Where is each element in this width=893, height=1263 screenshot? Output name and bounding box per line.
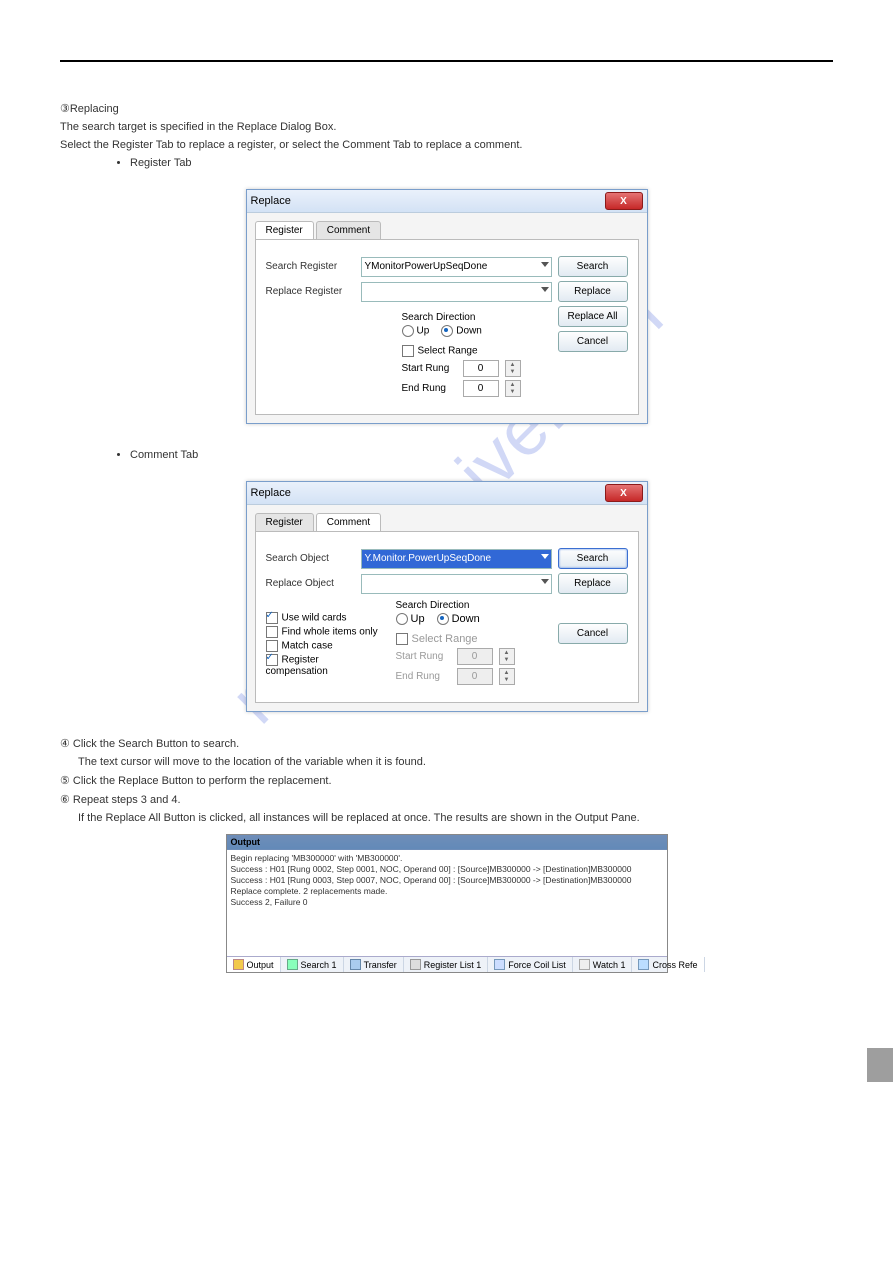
tab-comment[interactable]: Comment <box>316 221 381 240</box>
start-rung-input[interactable]: 0 <box>463 360 499 377</box>
label-down: Down <box>456 326 482 337</box>
output-line: Success 2, Failure 0 <box>231 897 663 908</box>
end-rung-spinner[interactable]: ▲▼ <box>505 380 521 397</box>
label-select-range: Select Range <box>418 346 478 357</box>
bullet-register-tab: Register Tab <box>130 157 833 169</box>
checkbox-select-range-disabled <box>396 633 408 645</box>
dialog-title: Replace <box>251 195 291 207</box>
bullet-comment-tab: Comment Tab <box>130 449 833 461</box>
transfer-icon <box>350 959 361 970</box>
output-tab-search[interactable]: Search 1 <box>281 957 344 972</box>
note-3-sub: If the Replace All Button is clicked, al… <box>78 812 833 824</box>
output-tab-output[interactable]: Output <box>227 957 281 972</box>
checkbox-match-case[interactable] <box>266 640 278 652</box>
note-2: ⑤ Click the Replace Button to perform th… <box>60 774 833 787</box>
search-button[interactable]: Search <box>558 256 628 277</box>
label-up: Up <box>411 613 425 625</box>
label-match-case: Match case <box>282 641 333 652</box>
cancel-button[interactable]: Cancel <box>558 331 628 352</box>
coil-icon <box>494 959 505 970</box>
folder-icon <box>233 959 244 970</box>
label-search-object: Search Object <box>266 553 361 564</box>
output-tab-watch[interactable]: Watch 1 <box>573 957 633 972</box>
replace-dialog-register: Replace X Register Comment Search Regist… <box>246 189 648 424</box>
label-up: Up <box>417 326 430 337</box>
replace-button[interactable]: Replace <box>558 281 628 302</box>
cross-ref-icon <box>638 959 649 970</box>
replace-object-input[interactable] <box>361 574 552 594</box>
label-search-register: Search Register <box>266 261 361 272</box>
radio-down[interactable] <box>441 325 453 337</box>
output-line: Success : H01 [Rung 0002, Step 0001, NOC… <box>231 864 663 875</box>
list-icon <box>410 959 421 970</box>
output-title: Output <box>227 835 667 850</box>
output-line: Begin replacing 'MB300000' with 'MB30000… <box>231 853 663 864</box>
end-rung-input-disabled: 0 <box>457 668 493 685</box>
output-body: Begin replacing 'MB300000' with 'MB30000… <box>227 850 667 956</box>
note-1: ④ Click the Search Button to search. <box>60 737 833 750</box>
search-icon <box>287 959 298 970</box>
checkbox-wildcards[interactable] <box>266 612 278 624</box>
search-object-input[interactable]: Y.Monitor.PowerUpSeqDone <box>361 549 552 569</box>
replace-button[interactable]: Replace <box>558 573 628 594</box>
dialog-title: Replace <box>251 487 291 499</box>
watch-icon <box>579 959 590 970</box>
label-search-direction: Search Direction <box>402 312 552 323</box>
step-title: ③Replacing <box>60 102 833 115</box>
checkbox-register-comp[interactable] <box>266 654 278 666</box>
intro-line2: Select the Register Tab to replace a reg… <box>60 139 833 151</box>
output-tab-force-coil[interactable]: Force Coil List <box>488 957 573 972</box>
close-button[interactable]: X <box>605 484 643 502</box>
close-button[interactable]: X <box>605 192 643 210</box>
replace-register-input[interactable] <box>361 282 552 302</box>
label-replace-register: Replace Register <box>266 286 361 297</box>
side-page-tab <box>867 1048 893 1082</box>
replace-all-button[interactable]: Replace All <box>558 306 628 327</box>
label-start-rung: Start Rung <box>402 363 457 374</box>
output-tab-register-list[interactable]: Register List 1 <box>404 957 489 972</box>
search-button[interactable]: Search <box>558 548 628 569</box>
tab-register[interactable]: Register <box>255 513 314 532</box>
note-3: ⑥ Repeat steps 3 and 4. <box>60 793 833 806</box>
radio-down[interactable] <box>437 613 449 625</box>
start-rung-spinner[interactable]: ▲▼ <box>505 360 521 377</box>
label-start-rung: Start Rung <box>396 651 451 662</box>
start-rung-spinner-disabled: ▲▼ <box>499 648 515 665</box>
label-end-rung: End Rung <box>396 671 451 682</box>
radio-up[interactable] <box>402 325 414 337</box>
output-tab-transfer[interactable]: Transfer <box>344 957 404 972</box>
checkbox-whole-items[interactable] <box>266 626 278 638</box>
label-whole-items: Find whole items only <box>282 627 378 638</box>
label-search-direction: Search Direction <box>396 600 546 611</box>
output-line: Success : H01 [Rung 0003, Step 0007, NOC… <box>231 875 663 886</box>
output-tab-cross-ref[interactable]: Cross Refe <box>632 957 704 972</box>
label-select-range: Select Range <box>412 633 478 645</box>
tab-comment[interactable]: Comment <box>316 513 381 532</box>
label-end-rung: End Rung <box>402 383 457 394</box>
cancel-button[interactable]: Cancel <box>558 623 628 644</box>
note-1-sub: The text cursor will move to the locatio… <box>78 756 833 768</box>
radio-up[interactable] <box>396 613 408 625</box>
label-down: Down <box>452 613 480 625</box>
start-rung-input-disabled: 0 <box>457 648 493 665</box>
checkbox-select-range[interactable] <box>402 345 414 357</box>
output-line: Replace complete. 2 replacements made. <box>231 886 663 897</box>
output-panel: Output Begin replacing 'MB300000' with '… <box>226 834 668 973</box>
replace-dialog-comment: Replace X Register Comment Search Object… <box>246 481 648 712</box>
label-replace-object: Replace Object <box>266 578 361 589</box>
label-wildcards: Use wild cards <box>282 613 347 624</box>
intro-line1: The search target is specified in the Re… <box>60 121 833 133</box>
end-rung-spinner-disabled: ▲▼ <box>499 668 515 685</box>
search-register-input[interactable]: YMonitorPowerUpSeqDone <box>361 257 552 277</box>
end-rung-input[interactable]: 0 <box>463 380 499 397</box>
tab-register[interactable]: Register <box>255 221 314 240</box>
